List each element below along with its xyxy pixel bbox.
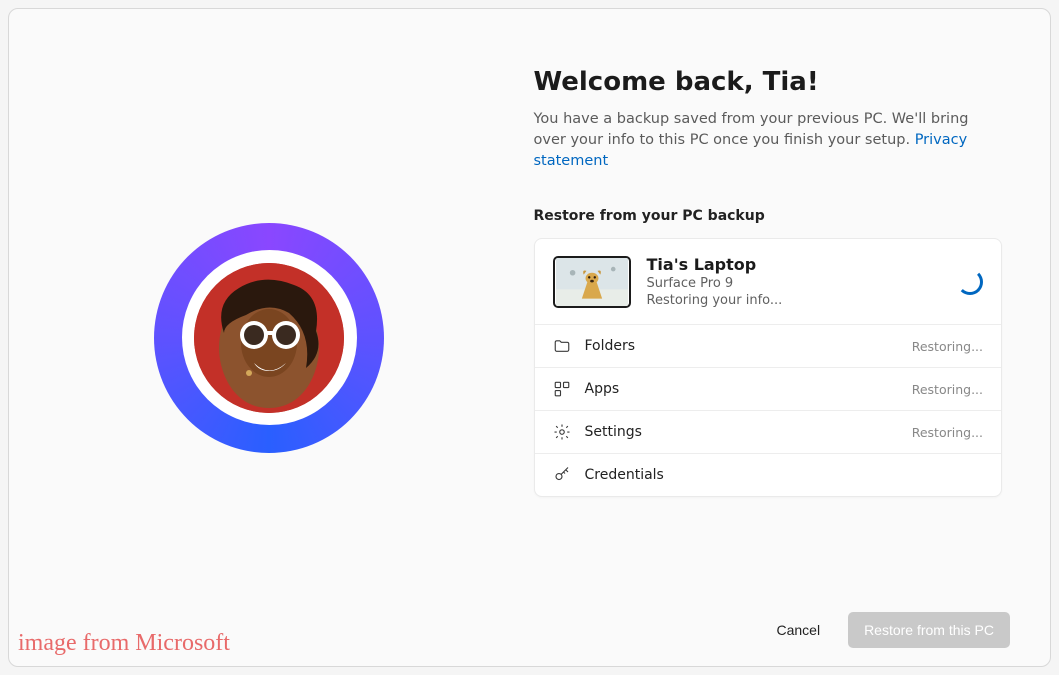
key-icon: [553, 466, 571, 484]
avatar-inner: [182, 250, 357, 425]
page-heading: Welcome back, Tia!: [534, 67, 1003, 97]
left-panel: [9, 9, 530, 666]
watermark-text: image from Microsoft: [18, 630, 230, 657]
item-label: Credentials: [585, 467, 970, 483]
device-model: Surface Pro 9: [647, 276, 942, 291]
item-label: Settings: [585, 424, 898, 440]
settings-icon: [553, 423, 571, 441]
backup-item-credentials: Credentials: [535, 453, 1002, 496]
user-avatar: [194, 263, 344, 413]
page-subtext: You have a backup saved from your previo…: [534, 109, 1003, 172]
loading-spinner-icon: [957, 269, 983, 295]
cancel-button[interactable]: Cancel: [766, 614, 830, 646]
backup-item-apps: Apps Restoring...: [535, 367, 1002, 410]
apps-icon: [553, 380, 571, 398]
device-name: Tia's Laptop: [647, 255, 942, 274]
folder-icon: [553, 337, 571, 355]
item-label: Folders: [585, 338, 898, 354]
item-status: Restoring...: [912, 339, 983, 354]
device-status: Restoring your info...: [647, 293, 942, 308]
restore-button[interactable]: Restore from this PC: [848, 612, 1010, 648]
item-label: Apps: [585, 381, 898, 397]
footer-buttons: Cancel Restore from this PC: [766, 612, 1010, 648]
oobe-window: Welcome back, Tia! You have a backup sav…: [8, 8, 1051, 667]
item-status: Restoring...: [912, 425, 983, 440]
device-thumbnail: [553, 256, 631, 308]
device-row[interactable]: Tia's Laptop Surface Pro 9 Restoring you…: [535, 239, 1002, 324]
subtext-text: You have a backup saved from your previo…: [534, 111, 969, 148]
backup-item-folders: Folders Restoring...: [535, 324, 1002, 367]
backup-card: Tia's Laptop Surface Pro 9 Restoring you…: [534, 238, 1003, 497]
right-panel: Welcome back, Tia! You have a backup sav…: [530, 9, 1051, 666]
section-label: Restore from your PC backup: [534, 208, 1003, 224]
item-status: Restoring...: [912, 382, 983, 397]
backup-item-settings: Settings Restoring...: [535, 410, 1002, 453]
avatar-ring: [154, 223, 384, 453]
device-text: Tia's Laptop Surface Pro 9 Restoring you…: [647, 255, 942, 308]
